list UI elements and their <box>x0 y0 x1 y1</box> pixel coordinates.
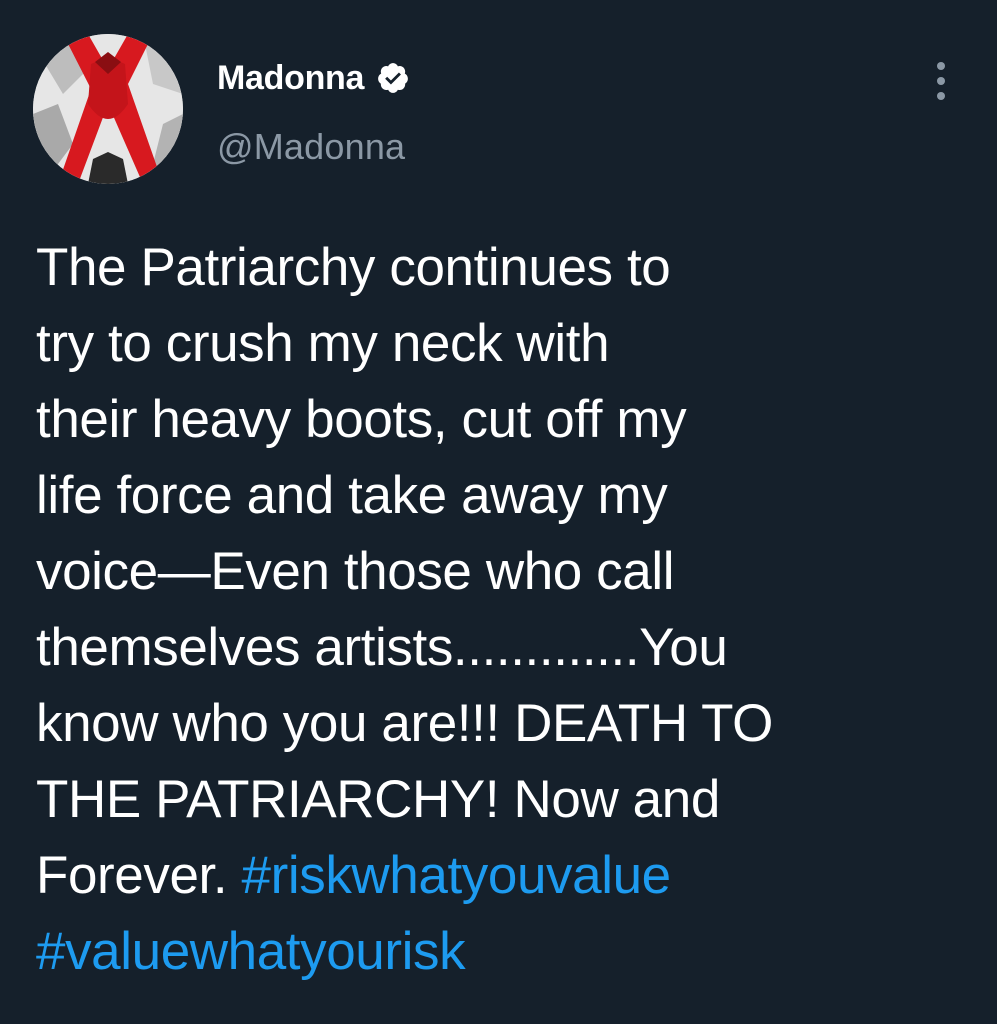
more-options-icon[interactable] <box>924 58 958 104</box>
tweet-line-last: Forever. #riskwhatyouvalue <box>36 838 966 914</box>
more-dot <box>937 92 945 100</box>
tweet-line: know who you are!!! DEATH TO <box>36 694 773 753</box>
tweet-text-fragment: Forever. <box>36 846 242 905</box>
hashtag-link[interactable]: #riskwhatyouvalue <box>242 846 672 905</box>
tweet-line: life force and take away my <box>36 466 668 525</box>
tweet-line: try to crush my neck with <box>36 314 610 373</box>
tweet-card: Madonna @Madonna The Patriarchy continue… <box>0 0 997 1024</box>
avatar-photo <box>33 34 183 184</box>
author-name-row: Madonna <box>217 58 410 98</box>
more-dot <box>937 62 945 70</box>
verified-badge-icon <box>376 61 410 95</box>
tweet-line: The Patriarchy continues to <box>36 238 671 297</box>
tweet-line: their heavy boots, cut off my <box>36 390 687 449</box>
tweet-line: THE PATRIARCHY! Now and <box>36 770 720 829</box>
author-display-name[interactable]: Madonna <box>217 59 364 98</box>
tweet-line: themselves artists.............You <box>36 618 728 677</box>
tweet-line-hashtag: #valuewhatyourisk <box>36 914 966 990</box>
author-handle[interactable]: @Madonna <box>217 126 405 168</box>
tweet-line: voice—Even those who call <box>36 542 675 601</box>
hashtag-link[interactable]: #valuewhatyourisk <box>36 922 466 981</box>
more-dot <box>937 77 945 85</box>
author-avatar[interactable] <box>33 34 183 184</box>
tweet-text: The Patriarchy continues to try to crush… <box>36 230 966 990</box>
